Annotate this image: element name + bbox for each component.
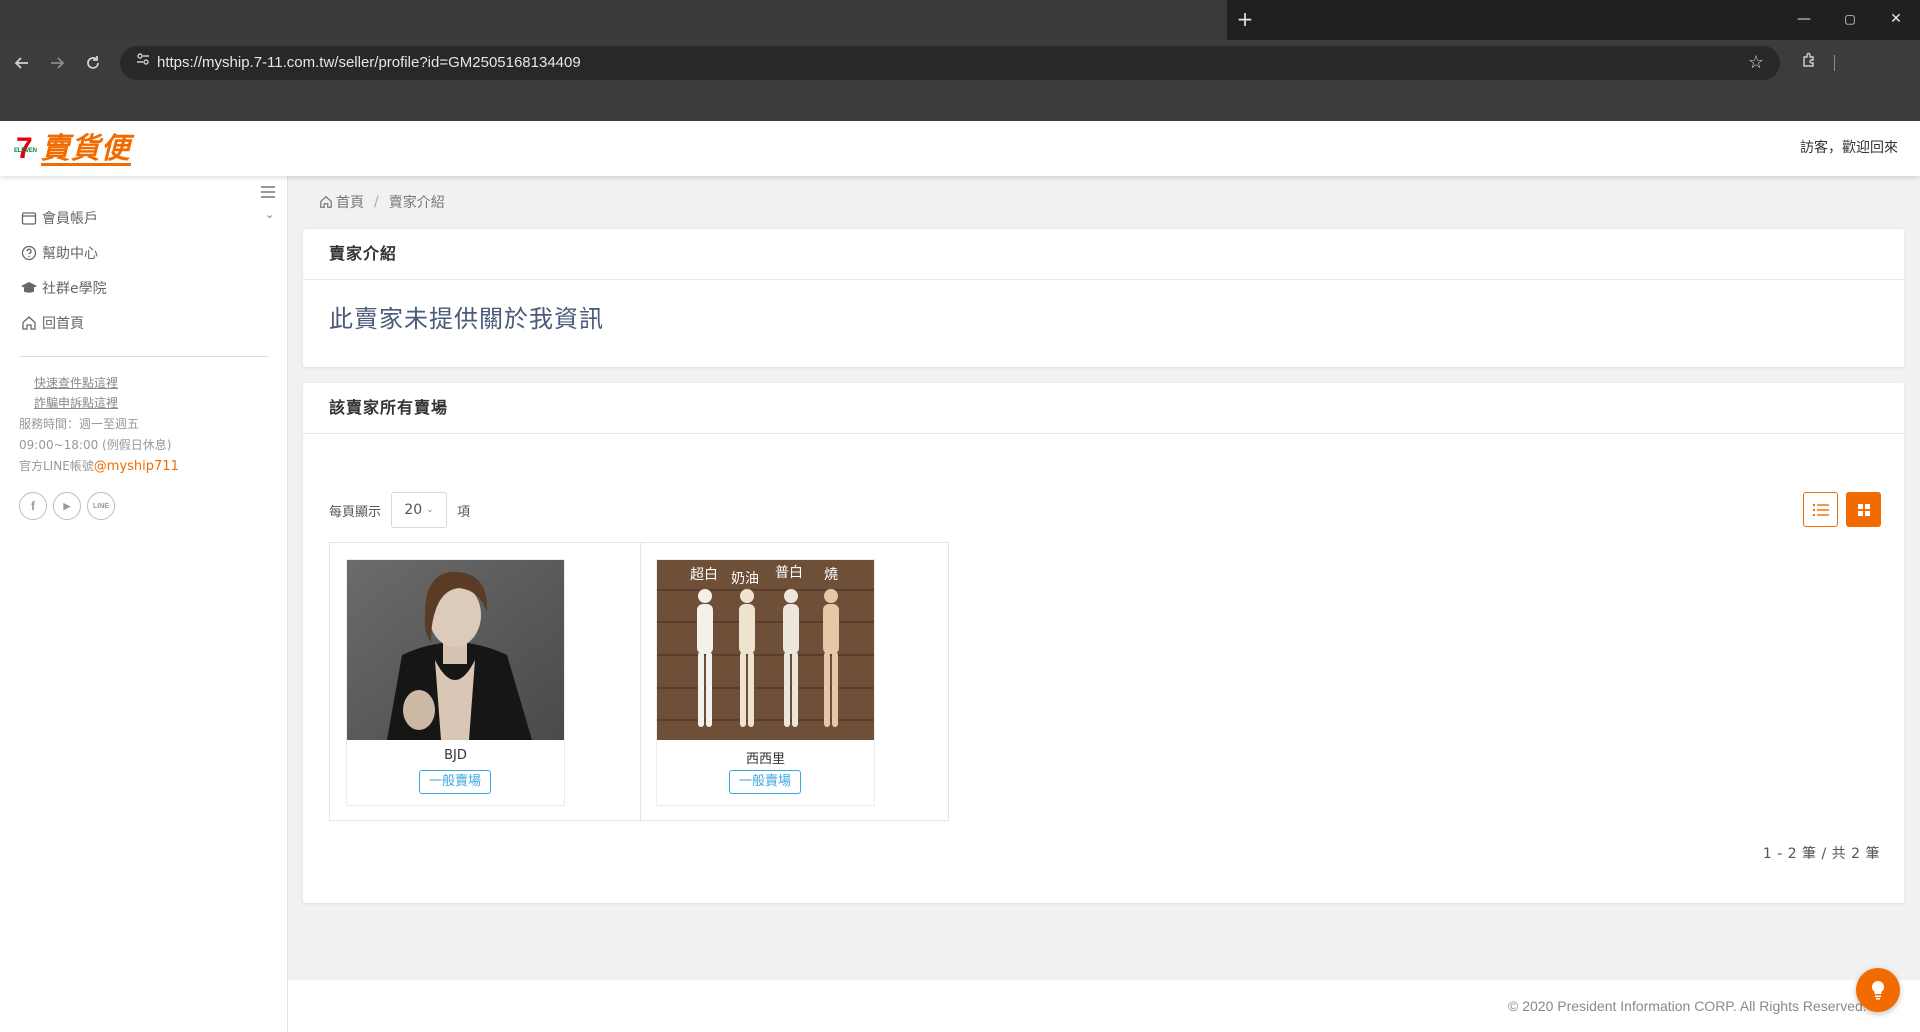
store-grid: BJD 一般賣場 超白 奶油 普白 燒 西西里 一般賣場 [329,542,949,821]
grid-view-button[interactable] [1846,492,1881,527]
pagination-info: 1 - 2 筆 / 共 2 筆 [1762,846,1880,862]
address-bar[interactable]: https://myship.7-11.com.tw/seller/profil… [120,46,1780,80]
sidebar-item-label: 回首頁 [42,316,84,332]
store-thumbnail-bjd[interactable] [347,560,564,740]
line-account-label: 官方LINE帳號 [19,459,94,473]
about-text: 此賣家未提供關於我資訊 [329,305,604,333]
list-icon [1812,503,1829,516]
image-label: 普白 [775,565,803,581]
browser-toolbar: https://myship.7-11.com.tw/seller/profil… [0,40,1920,121]
breadcrumb-separator: / [374,194,379,210]
store-type-badge: 一般賣場 [729,770,801,794]
chevron-down-icon[interactable]: ⌄ [265,208,274,221]
browser-tab-strip: + — ▢ ✕ [0,0,1920,40]
store-card[interactable]: 超白 奶油 普白 燒 西西里 一般賣場 [656,559,875,806]
logo-seven: 7 ELEVEN [14,132,37,165]
logo-text: 賣貨便 [40,130,131,166]
forward-button[interactable] [43,52,71,80]
line-icon[interactable]: LINE [87,492,115,520]
arrow-right-icon [51,57,65,69]
per-page-control: 每頁顯示 20 ⌄ 項 [329,491,470,529]
fraud-report-link[interactable]: 詐騙申訴點這裡 [19,396,118,410]
sidebar-item-label: 社群e學院 [42,281,107,297]
store-grid-cell: 超白 奶油 普白 燒 西西里 一般賣場 [640,543,950,820]
per-page-unit: 項 [457,504,471,520]
sidebar-item-label: 會員帳戶 [42,211,98,227]
sidebar-item-home[interactable]: 回首頁 [20,310,84,336]
sidebar-item-help-center[interactable]: 幫助中心 [20,240,98,266]
seller-stores-card: 該賣家所有賣場 每頁顯示 20 ⌄ 項 BJD 一般賣場 超白 奶油 普白 燒 … [303,383,1904,903]
per-page-select[interactable]: 20 ⌄ [391,492,448,528]
footer: © 2020 President Information CORP. All R… [288,980,1920,1032]
breadcrumb-home-link[interactable]: 首頁 [336,192,364,212]
per-page-label: 每頁顯示 [329,504,382,520]
url-text[interactable]: https://myship.7-11.com.tw/seller/profil… [157,46,581,80]
per-page-value: 20 [404,502,423,518]
graduation-cap-icon [20,279,38,297]
quick-tracking-link[interactable]: 快速查件點這裡 [19,376,118,390]
image-label: 超白 [690,567,718,583]
list-view-button[interactable] [1803,492,1838,527]
youtube-icon[interactable]: ▶ [53,492,81,520]
arrow-left-icon [14,57,28,69]
sidebar-divider [20,356,268,357]
line-handle-link[interactable]: @myship711 [94,459,179,474]
breadcrumb-current: 賣家介紹 [388,195,445,211]
stores-heading: 該賣家所有賣場 [303,383,1904,434]
toolbar-divider [1834,55,1835,71]
lightbulb-icon [1871,980,1885,1000]
image-label: 奶油 [731,571,759,587]
facebook-icon[interactable]: f [19,492,47,520]
sidebar-item-label: 幫助中心 [42,246,98,262]
seller-about-card: 賣家介紹 此賣家未提供關於我資訊 [303,229,1904,367]
store-thumbnail-sicily[interactable]: 超白 奶油 普白 燒 [657,560,874,740]
store-name[interactable]: BJD [347,748,564,763]
service-hours-label: 服務時間：週一至週五 [19,417,140,431]
store-type-badge: 一般賣場 [419,770,491,794]
copyright-text: © 2020 President Information CORP. All R… [1508,998,1867,1014]
grid-icon [1857,503,1870,516]
reload-icon [87,56,99,69]
site-logo[interactable]: 7 ELEVEN 賣貨便 [14,130,131,167]
reload-button[interactable] [79,52,107,80]
official-line-account: 官方LINE帳號@myship711 [19,456,179,477]
service-hours-time: 09:00~18:00 (例假日休息) [19,438,172,452]
new-tab-button[interactable]: + [1232,6,1258,32]
extensions-icon[interactable] [1797,51,1821,75]
close-window-button[interactable]: ✕ [1876,6,1916,32]
store-card[interactable]: BJD 一般賣場 [346,559,565,806]
about-heading: 賣家介紹 [303,229,1904,280]
store-grid-cell: BJD 一般賣場 [330,543,641,820]
sidebar-item-member-account[interactable]: 會員帳戶 [20,205,98,231]
home-icon [20,314,38,332]
image-label: 燒 [824,567,838,583]
chevron-down-icon: ⌄ [426,505,434,515]
maximize-button[interactable]: ▢ [1830,6,1870,32]
site-header: 7 ELEVEN 賣貨便 訪客，歡迎回來 [0,121,1920,176]
help-circle-icon [20,244,38,262]
home-icon[interactable] [319,195,333,209]
sidebar: 會員帳戶 ⌄ 幫助中心 社群e學院 回首頁 快速查件點這裡 詐騙申訴點這裡 服務… [0,176,288,1032]
sidebar-item-academy[interactable]: 社群e學院 [20,275,107,301]
site-info-icon[interactable] [130,46,156,80]
bookmark-star-icon[interactable]: ☆ [1744,46,1768,80]
hamburger-menu-icon[interactable] [260,186,276,200]
store-name[interactable]: 西西里 [657,748,874,767]
wallet-icon [20,209,38,227]
minimize-button[interactable]: — [1784,6,1824,32]
welcome-text: 訪客，歡迎回來 [1800,140,1898,156]
back-button[interactable] [8,52,36,80]
breadcrumb: 首頁 / 賣家介紹 [319,190,445,214]
lightbulb-help-button[interactable] [1856,968,1900,1012]
